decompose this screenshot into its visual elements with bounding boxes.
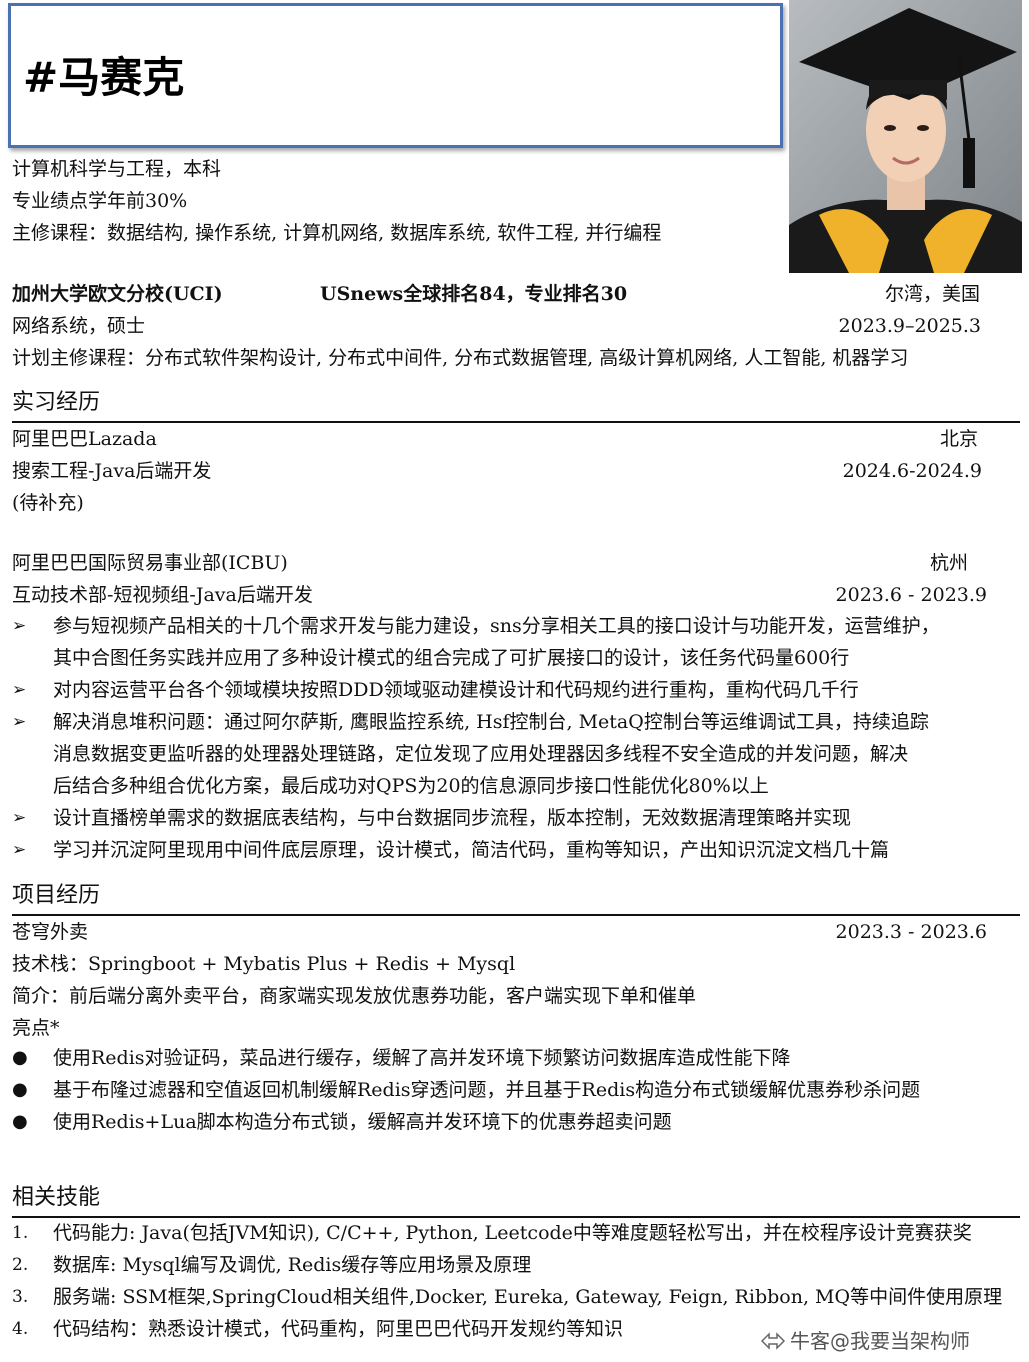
profile-photo xyxy=(789,0,1022,273)
grad-courses: 计划主修课程：分布式软件架构设计, 分布式中间件, 分布式数据管理, 高级计算机… xyxy=(12,347,909,369)
project-highlight-3: 使用Redis+Lua脚本构造分布式锁，缓解高并发环境下的优惠券超卖问题 xyxy=(53,1111,672,1133)
project-highlight-1: 使用Redis对验证码，菜品进行缓存，缓解了高并发环境下频繁访问数据库造成性能下… xyxy=(53,1047,791,1069)
skill-item-3: 服务端: SSM框架,SpringCloud相关组件,Docker, Eurek… xyxy=(53,1286,1003,1308)
watermark: 牛客@我要当架构师 xyxy=(760,1325,1022,1353)
intern2-period: 2023.6 - 2023.9 xyxy=(835,584,987,606)
intern2-role: 互动技术部-短视频组-Java后端开发 xyxy=(12,584,313,606)
candidate-name: #马赛克 xyxy=(23,53,185,102)
skill-number: 3. xyxy=(12,1287,29,1307)
project-intro: 简介：前后端分离外卖平台，商家端实现发放优惠券功能，客户端实现下单和催单 xyxy=(12,985,697,1007)
project-stack: 技术栈：Springboot + Mybatis Plus + Redis + … xyxy=(12,953,516,975)
intern2-bullet-3-cont2: 后结合多种组合优化方案，最后成功对QPS为20的信息源同步接口性能优化80%以上 xyxy=(53,775,769,797)
watermark-logo-icon xyxy=(760,1331,786,1351)
dot-bullet-icon: ● xyxy=(12,1047,28,1068)
section-title-projects: 项目经历 xyxy=(12,883,101,908)
name-box: #马赛克 xyxy=(8,3,783,148)
intern1-company: 阿里巴巴Lazada xyxy=(12,428,157,450)
intern2-bullet-3-cont: 消息数据变更监听器的处理器处理链路，定位发现了应用处理器因多线程不安全造成的并发… xyxy=(53,743,909,765)
dot-bullet-icon: ● xyxy=(12,1111,28,1132)
skill-item-1: 代码能力: Java(包括JVM知识), C/C++, Python, Leet… xyxy=(53,1222,972,1244)
skill-number: 4. xyxy=(12,1319,29,1339)
intern2-bullet-2: 对内容运营平台各个领域模块按照DDD领域驱动建模设计和代码规约进行重构，重构代码… xyxy=(53,679,859,701)
grad-location: 尔湾，美国 xyxy=(884,283,980,305)
arrow-bullet-icon: ➢ xyxy=(12,808,27,828)
section-divider xyxy=(12,421,1020,423)
portrait-image xyxy=(789,0,1022,273)
intern2-bullet-4: 设计直播榜单需求的数据底表结构，与中台数据同步流程，版本控制，无效数据清理策略并… xyxy=(53,807,852,829)
section-title-skills: 相关技能 xyxy=(12,1185,101,1210)
grad-school: 加州大学欧文分校(UCI) xyxy=(12,283,223,305)
undergrad-major: 计算机科学与工程，本科 xyxy=(12,158,222,180)
dot-bullet-icon: ● xyxy=(12,1079,28,1100)
intern2-bullet-1: 参与短视频产品相关的十几个需求开发与能力建设，sns分享相关工具的接口设计与功能… xyxy=(53,615,940,637)
project-period: 2023.3 - 2023.6 xyxy=(835,921,987,943)
undergrad-courses: 主修课程：数据结构, 操作系统, 计算机网络, 数据库系统, 软件工程, 并行编… xyxy=(12,222,662,244)
undergrad-gpa: 专业绩点学年前30% xyxy=(12,190,188,212)
watermark-text: 牛客@我要当架构师 xyxy=(790,1329,970,1353)
intern1-role: 搜索工程-Java后端开发 xyxy=(12,460,212,482)
arrow-bullet-icon: ➢ xyxy=(12,712,27,732)
grad-period: 2023.9–2025.3 xyxy=(838,315,981,337)
intern1-note: (待补充) xyxy=(12,492,84,514)
intern1-period: 2024.6-2024.9 xyxy=(842,460,982,482)
intern2-bullet-3: 解决消息堆积问题：通过阿尔萨斯, 鹰眼监控系统, Hsf控制台, MetaQ控制… xyxy=(53,711,929,733)
skill-number: 1. xyxy=(12,1223,29,1243)
intern1-location: 北京 xyxy=(939,428,978,450)
intern2-company: 阿里巴巴国际贸易事业部(ICBU) xyxy=(12,552,288,574)
arrow-bullet-icon: ➢ xyxy=(12,680,27,700)
project-name: 苍穹外卖 xyxy=(12,921,89,943)
intern2-location: 杭州 xyxy=(929,552,968,574)
arrow-bullet-icon: ➢ xyxy=(12,616,27,636)
section-divider xyxy=(12,914,1020,916)
intern2-bullet-1-cont: 其中合图任务实践并应用了多种设计模式的组合完成了可扩展接口的设计，该任务代码量6… xyxy=(53,647,850,669)
project-highlights-label: 亮点* xyxy=(12,1017,60,1039)
intern2-bullet-5: 学习并沉淀阿里现用中间件底层原理，设计模式，简洁代码，重构等知识，产出知识沉淀文… xyxy=(53,839,890,861)
grad-degree: 网络系统，硕士 xyxy=(12,315,146,337)
skill-item-2: 数据库: Mysql编写及调优, Redis缓存等应用场景及原理 xyxy=(53,1254,532,1276)
skill-item-4: 代码结构：熟悉设计模式，代码重构，阿里巴巴代码开发规约等知识 xyxy=(53,1318,624,1340)
arrow-bullet-icon: ➢ xyxy=(12,840,27,860)
skill-number: 2. xyxy=(12,1255,29,1275)
section-title-internship: 实习经历 xyxy=(12,390,101,415)
grad-ranking: USnews全球排名84，专业排名30 xyxy=(320,283,628,305)
project-highlight-2: 基于布隆过滤器和空值返回机制缓解Redis穿透问题，并且基于Redis构造分布式… xyxy=(53,1079,921,1101)
